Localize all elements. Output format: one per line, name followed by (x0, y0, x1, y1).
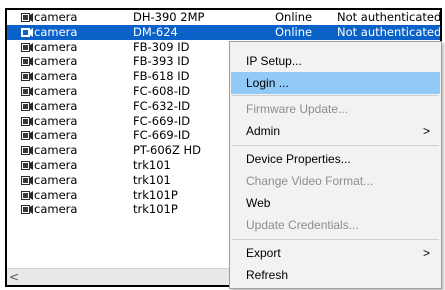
device-type: camera (34, 172, 78, 187)
camera-icon (21, 114, 33, 129)
menu-item-change-video-format: Change Video Format... (231, 170, 440, 192)
camera-icon (21, 128, 33, 143)
camera-icon (21, 10, 33, 25)
menu-separator (232, 239, 439, 240)
camera-icon (21, 158, 33, 173)
menu-item-ip-setup[interactable]: IP Setup... (231, 50, 440, 72)
device-type: camera (34, 128, 78, 143)
camera-icon (21, 188, 33, 203)
device-type: camera (34, 187, 78, 202)
device-auth-status: Not authenticated (337, 24, 442, 39)
camera-icon (21, 54, 33, 69)
device-type: camera (34, 83, 78, 98)
device-model: DH-390 2MP (133, 10, 205, 24)
menu-item-admin[interactable]: Admin > (231, 120, 440, 142)
device-type: camera (34, 143, 78, 158)
menu-item-export[interactable]: Export > (231, 242, 440, 264)
menu-item-device-properties[interactable]: Device Properties... (231, 148, 440, 170)
table-row[interactable]: camera DM-624 Online Not authenticated (7, 24, 442, 40)
menu-item-label: Change Video Format... (246, 174, 374, 188)
menu-item-login[interactable]: Login ... (231, 72, 440, 94)
camera-icon (21, 202, 33, 217)
device-type: camera (34, 24, 78, 39)
camera-icon (21, 25, 33, 40)
device-status: Online (275, 10, 313, 24)
menu-item-label: Update Credentials... (246, 218, 359, 232)
menu-item-label: Export (246, 246, 281, 260)
camera-icon (21, 40, 33, 55)
menu-item-label: IP Setup... (246, 54, 302, 68)
context-menu: IP Setup... Login ... Firmware Update... Ad… (229, 41, 442, 289)
device-type: camera (34, 39, 78, 54)
device-type: camera (34, 113, 78, 128)
camera-icon (21, 143, 33, 158)
device-type: camera (34, 98, 78, 113)
menu-item-label: Device Properties... (246, 152, 351, 166)
device-status: Online (275, 24, 313, 39)
device-type: camera (34, 10, 78, 24)
menu-item-refresh[interactable]: Refresh (231, 264, 440, 286)
camera-icon (21, 84, 33, 99)
device-auth-status: Not authenticated (337, 10, 442, 24)
menu-item-label: Web (246, 196, 271, 210)
menu-item-firmware-update: Firmware Update... (231, 98, 440, 120)
chevron-right-icon: > (422, 246, 430, 260)
device-model: DM-624 (133, 24, 178, 39)
table-row[interactable]: camera DH-390 2MP Online Not authenticated (7, 10, 440, 25)
menu-item-label: Firmware Update... (246, 102, 349, 116)
device-type: camera (34, 157, 78, 172)
camera-icon (21, 173, 33, 188)
scroll-left-arrow[interactable]: < (9, 270, 19, 284)
menu-item-label: Refresh (246, 268, 289, 282)
menu-separator (232, 95, 439, 96)
menu-item-web[interactable]: Web (231, 192, 440, 214)
menu-item-label: Admin (246, 124, 281, 138)
menu-item-update-credentials: Update Credentials... (231, 214, 440, 236)
menu-item-label: Login ... (246, 76, 289, 90)
menu-separator (232, 145, 439, 146)
device-type: camera (34, 202, 78, 217)
camera-icon (21, 69, 33, 84)
chevron-right-icon: > (422, 124, 430, 138)
device-type: camera (34, 69, 78, 84)
camera-icon (21, 99, 33, 114)
device-type: camera (34, 54, 78, 69)
